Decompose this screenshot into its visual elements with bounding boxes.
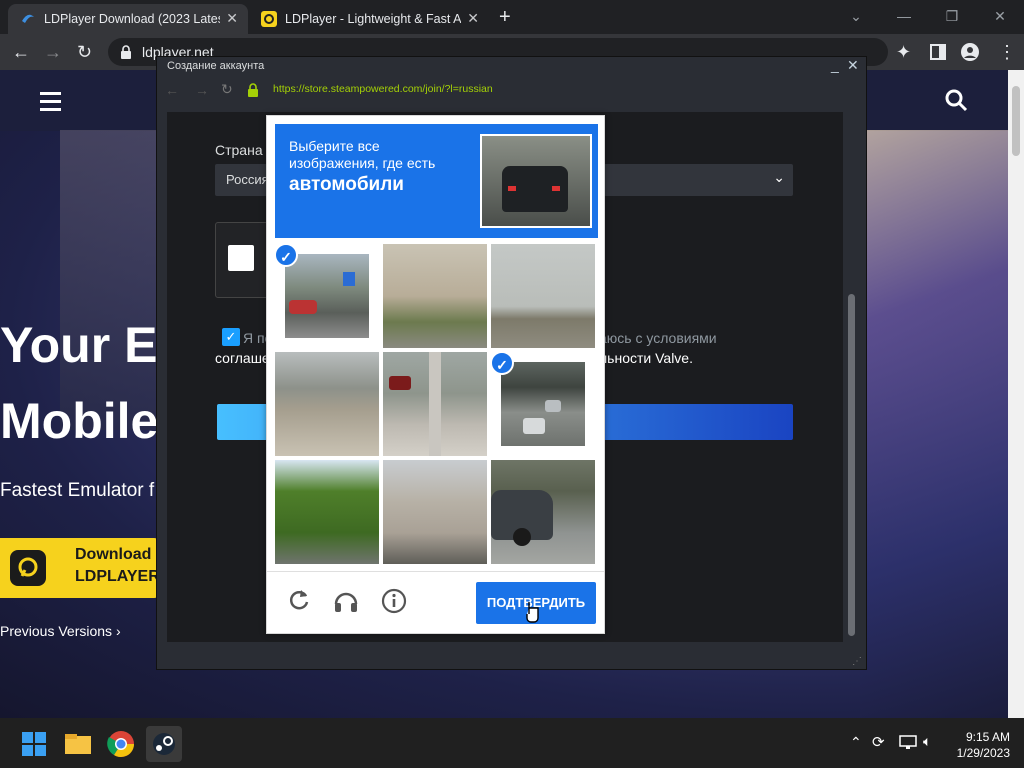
scrollbar-thumb[interactable] <box>848 294 855 636</box>
ldplayer-logo-icon <box>10 550 46 586</box>
download-product: LDPLAYER <box>75 568 160 585</box>
extensions-icon[interactable]: ✦ <box>896 42 911 62</box>
back-icon[interactable]: ← <box>12 42 30 62</box>
country-label: Страна <box>215 142 263 158</box>
steam-taskbar-item[interactable] <box>146 726 182 762</box>
tab-ldplayer-download[interactable]: LDPlayer Download (2023 Latest) ✕ <box>8 4 248 34</box>
agree-text-right: аюсь с условиями <box>599 330 717 346</box>
back-icon[interactable]: ← <box>165 82 179 98</box>
challenge-header: Выберите все изображения, где есть автом… <box>275 124 598 238</box>
tab-title: LDPlayer - Lightweight & Fast Andr <box>285 12 461 26</box>
chevron-down-icon: ⌄ <box>773 169 785 185</box>
country-value: Россия <box>226 172 269 187</box>
steam-url: https://store.steampowered.com/join/?l=r… <box>273 83 493 95</box>
info-icon[interactable] <box>381 588 407 614</box>
file-explorer-icon[interactable] <box>60 726 96 762</box>
windows-start-icon[interactable] <box>16 726 52 762</box>
hero-artwork-right <box>860 130 1008 718</box>
menu-icon[interactable]: ⋮ <box>998 42 1016 62</box>
hero-subtitle: Fastest Emulator f <box>0 480 155 501</box>
forward-icon[interactable]: → <box>195 82 209 98</box>
captcha-tile-2[interactable] <box>383 244 487 348</box>
side-panel-icon[interactable] <box>930 44 946 60</box>
close-icon[interactable]: ✕ <box>847 57 859 74</box>
window-controls: ⌄ — ❐ ✕ <box>832 0 1024 34</box>
challenge-instruction: Выберите все изображения, где есть <box>289 138 436 171</box>
agree-line2-right: льности Valve. <box>599 350 693 366</box>
hero-title-line1: Your E <box>0 317 158 373</box>
window-title: Создание аккаунта <box>167 60 265 72</box>
minimize-icon[interactable]: _ <box>831 57 839 73</box>
captcha-tile-1[interactable]: ✓ <box>275 244 379 348</box>
hero-title-line2: Mobile <box>0 393 159 449</box>
captcha-tile-3[interactable] <box>491 244 595 348</box>
lock-icon <box>248 83 258 97</box>
clock-time: 9:15 AM <box>965 730 1010 744</box>
sample-car-image <box>480 134 592 228</box>
forward-icon[interactable]: → <box>44 42 62 62</box>
ldplayer-favicon-icon <box>261 11 277 27</box>
captcha-tile-5[interactable] <box>383 352 487 456</box>
recaptcha-checkbox[interactable] <box>228 245 254 271</box>
scrollbar-thumb[interactable] <box>1012 86 1020 156</box>
browser-tab-strip: LDPlayer Download (2023 Latest) ✕ LDPlay… <box>0 0 1024 34</box>
captcha-tile-9[interactable] <box>491 460 595 564</box>
hamburger-menu-icon[interactable] <box>40 92 61 116</box>
previous-versions-link[interactable]: Previous Versions › <box>0 623 121 639</box>
new-tab-button[interactable]: + <box>499 6 511 29</box>
reload-icon[interactable]: ↻ <box>77 42 92 62</box>
agree-checkbox[interactable]: ✓ <box>222 328 240 346</box>
captcha-tile-6[interactable]: ✓ <box>491 352 595 456</box>
steam-icon <box>153 733 175 755</box>
challenge-target: автомобили <box>289 174 404 195</box>
previous-versions-label: Previous Versions <box>0 623 113 639</box>
system-clock[interactable]: 9:15 AM 1/29/2023 <box>957 729 1010 761</box>
recaptcha-challenge: Выберите все изображения, где есть автом… <box>266 115 605 634</box>
network-icon[interactable] <box>899 735 917 749</box>
agree-line2-left: соглаше <box>215 350 270 366</box>
windows-taskbar: ⌃ ⟳ 🔈︎ 9:15 AM 1/29/2023 <box>0 718 1024 768</box>
hand-cursor-icon <box>526 602 539 623</box>
chrome-icon[interactable] <box>103 726 139 762</box>
captcha-tile-8[interactable] <box>383 460 487 564</box>
profile-icon[interactable] <box>961 43 979 61</box>
minimize-icon[interactable]: — <box>880 0 928 34</box>
tab-search-icon[interactable]: ⌄ <box>832 0 880 34</box>
close-window-icon[interactable]: ✕ <box>976 0 1024 34</box>
refresh-icon[interactable] <box>287 588 311 612</box>
tab-title: LDPlayer Download (2023 Latest) <box>44 12 220 26</box>
download-label: Download <box>75 546 152 563</box>
chevron-right-icon: › <box>115 623 121 639</box>
captcha-tile-4[interactable] <box>275 352 379 456</box>
site-search-icon[interactable] <box>944 88 968 112</box>
resize-grip-icon[interactable]: ⋰ <box>852 656 862 667</box>
audio-challenge-icon[interactable] <box>333 588 359 614</box>
ldplayer-favicon-icon <box>22 14 34 23</box>
tab-close-icon[interactable]: ✕ <box>226 10 238 27</box>
volume-icon[interactable]: 🔈︎ <box>923 733 931 750</box>
lock-icon <box>121 45 131 59</box>
reload-icon[interactable]: ↻ <box>221 81 233 98</box>
sync-icon[interactable]: ⟳ <box>872 733 885 751</box>
download-ldplayer-button[interactable]: Download LDPLAYER <box>0 538 160 598</box>
steam-scrollbar[interactable] <box>845 112 859 642</box>
hero-artwork-left <box>60 130 160 430</box>
tray-overflow-icon[interactable]: ⌃ <box>850 734 862 751</box>
tab-close-icon[interactable]: ✕ <box>467 10 479 27</box>
captcha-tile-7[interactable] <box>275 460 379 564</box>
steam-url-bar: ← → ↻ https://store.steampowered.com/joi… <box>157 79 866 103</box>
restore-icon[interactable]: ❐ <box>928 0 976 34</box>
page-scrollbar[interactable] <box>1008 70 1024 718</box>
tab-ldplayer-lightweight[interactable]: LDPlayer - Lightweight & Fast Andr ✕ <box>249 4 489 34</box>
clock-date: 1/29/2023 <box>956 746 1010 760</box>
challenge-footer: ПОДТВЕРДИТЬ <box>267 571 604 634</box>
